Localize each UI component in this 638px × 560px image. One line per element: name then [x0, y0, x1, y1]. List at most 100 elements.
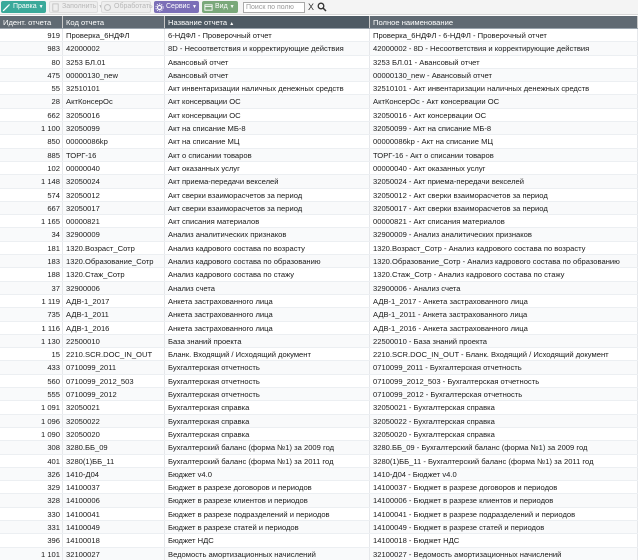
cell-full-name: 0710099_2012_503 - Бухгалтерская отчетно… — [370, 374, 638, 388]
cell-full-name: 1320.Образование_Сотр - Анализ кадрового… — [370, 255, 638, 268]
cell-full-name: 32100027 - Ведомость амортизационных нач… — [370, 547, 638, 560]
pravka-menu-button[interactable]: Правка ▼ — [1, 1, 46, 13]
cell-full-name: 14100006 - Бюджет в разрезе клиентов и п… — [370, 494, 638, 507]
table-row[interactable]: 662 32050016 Акт консервации ОС 32050016 - … — [0, 108, 638, 123]
table-row[interactable]: 328 14100006 Бюджет в разрезе клиентов и п… — [0, 494, 638, 508]
table-row[interactable]: 396 14100018 Бюджет НДС 14100018 - Бюджет Н… — [0, 534, 638, 548]
table-row[interactable]: 433 0710099_2011 Бухгалтерская отчетность 0… — [0, 361, 638, 375]
fill-menu-button[interactable]: Заполнить ▼ — [49, 1, 103, 13]
cell-report-name: Бухгалтерский баланс (форма №1) за 2011 … — [165, 454, 370, 467]
table-header: Идент. отчета Код отчета Название отчета… — [0, 16, 638, 29]
cell-report-name: Анкета застрахованного лица — [165, 294, 370, 308]
table-row[interactable]: 188 1320.Стаж_Сотр Анализ кадрового состав… — [0, 268, 638, 282]
cell-report-name: Бланк. Входящий / Исходящий документ — [165, 348, 370, 361]
chevron-down-icon: ▼ — [191, 4, 197, 10]
table-row[interactable]: 1 091 32050021 Бухгалтерская справка 320500… — [0, 401, 638, 415]
table-row[interactable]: 80 3253 БЛ.01 Авансовый отчет 3253 БЛ.01 - … — [0, 55, 638, 69]
cell-full-name: 2210.SCR.DOC_IN_OUT - Бланк. Входящий / … — [370, 348, 638, 361]
table-row[interactable]: 34 32900009 Анализ аналитических признаков… — [0, 228, 638, 242]
servis-menu-button[interactable]: Сервис ▼ — [154, 1, 199, 13]
search-input[interactable] — [243, 1, 305, 13]
table-row[interactable]: 885 ТОРГ-16 Акт о списании товаров ТОРГ-16 … — [0, 148, 638, 162]
table-row[interactable]: 330 14100041 Бюджет в разрезе подразделени… — [0, 507, 638, 521]
table-row[interactable]: 308 3280.ББ_09 Бухгалтерский баланс (форма… — [0, 441, 638, 455]
cell-report-id: 1 165 — [0, 215, 63, 228]
table-row[interactable]: 555 0710099_2012 Бухгалтерская отчетность 0… — [0, 388, 638, 402]
table-row[interactable]: 919 Проверка_6НДФЛ 6-НДФЛ - Проверочный от… — [0, 29, 638, 43]
cell-report-id: 1 100 — [0, 122, 63, 135]
process-menu-button[interactable]: Обработать ▼ — [101, 1, 160, 13]
cell-report-code: 00000130_new — [63, 68, 165, 82]
cell-report-name: Бухгалтерская справка — [165, 427, 370, 441]
cell-full-name: 00000040 - Акт оказанных услуг — [370, 161, 638, 175]
vid-menu-button[interactable]: Вид ▼ — [202, 1, 238, 13]
table-row[interactable]: 1 148 32050024 Акт приема-передачи векселе… — [0, 175, 638, 189]
table-row[interactable]: 1 119 АДВ-1_2017 Анкета застрахованного ли… — [0, 294, 638, 309]
cell-report-name: Бухгалтерская отчетность — [165, 388, 370, 401]
table-row[interactable]: 181 1320.Возраст_Сотр Анализ кадрового сос… — [0, 241, 638, 256]
cell-report-id: 37 — [0, 281, 63, 294]
column-header-name[interactable]: Название отчета ▲ — [165, 16, 370, 28]
table-row[interactable]: 983 42000002 8D - Несоответствия и коррект… — [0, 42, 638, 56]
cell-full-name: 14100018 - Бюджет НДС — [370, 534, 638, 547]
table-row[interactable]: 329 14100037 Бюджет в разрезе договоров и … — [0, 481, 638, 495]
column-header-code[interactable]: Код отчета — [63, 16, 165, 28]
table-row[interactable]: 574 32050012 Акт сверки взаиморасчетов за … — [0, 188, 638, 202]
table-row[interactable]: 475 00000130_new Авансовый отчет 00000130_n… — [0, 68, 638, 83]
cell-report-name: Анализ аналитических признаков — [165, 228, 370, 241]
table-row[interactable]: 1 090 32050020 Бухгалтерская справка 320500… — [0, 427, 638, 442]
pravka-label: Правка — [13, 3, 37, 10]
table-row[interactable]: 183 1320.Образование_Сотр Анализ кадрового… — [0, 255, 638, 269]
cell-report-id: 555 — [0, 388, 63, 401]
cell-report-code: 3253 БЛ.01 — [63, 55, 165, 68]
column-header-full-name[interactable]: Полное наименование — [370, 16, 638, 28]
table-row[interactable]: 1 130 22500010 База знаний проекта 22500010… — [0, 334, 638, 349]
cell-report-code: 32050020 — [63, 427, 165, 441]
cell-report-name: Бухгалтерская справка — [165, 414, 370, 427]
cell-report-code: АДВ-1_2011 — [63, 308, 165, 321]
table-row[interactable]: 102 00000040 Акт оказанных услуг 00000040 -… — [0, 161, 638, 176]
search-icon[interactable] — [317, 2, 327, 12]
cell-report-id: 667 — [0, 201, 63, 215]
table-row[interactable]: 1 165 00000821 Акт списания материалов 0000… — [0, 215, 638, 229]
cell-report-code: ТОРГ-16 — [63, 148, 165, 161]
table-row[interactable]: 28 АктКонсерОс Акт консервации ОС АктКонсер… — [0, 95, 638, 109]
table-row[interactable]: 735 АДВ-1_2011 Анкета застрахованного лица… — [0, 308, 638, 322]
table-row[interactable]: 667 32050017 Акт сверки взаиморасчетов за … — [0, 201, 638, 216]
cell-report-id: 735 — [0, 308, 63, 321]
table-row[interactable]: 326 1410-Д04 Бюджет v4.0 1410-Д04 - Бюджет … — [0, 467, 638, 482]
cell-full-name: 00000821 - Акт списания материалов — [370, 215, 638, 228]
cell-report-id: 55 — [0, 82, 63, 95]
cell-report-id: 1 119 — [0, 294, 63, 308]
table-row[interactable]: 37 32900006 Анализ счета 32900006 - Анализ … — [0, 281, 638, 295]
cell-report-name: Бюджет в разрезе статей и периодов — [165, 520, 370, 534]
cell-report-code: 32900006 — [63, 281, 165, 294]
cell-report-code: 0710099_2011 — [63, 361, 165, 374]
cell-full-name: 14100041 - Бюджет в разрезе подразделени… — [370, 507, 638, 520]
cell-full-name: 00000130_new - Авансовый отчет — [370, 68, 638, 82]
table-row[interactable]: 1 096 32050022 Бухгалтерская справка 320500… — [0, 414, 638, 428]
table-row[interactable]: 1 116 АДВ-1_2016 Анкета застрахованного ли… — [0, 321, 638, 335]
cell-report-name: Бюджет v4.0 — [165, 467, 370, 481]
cell-report-code: 1320.Образование_Сотр — [63, 255, 165, 268]
cell-report-name: Анализ счета — [165, 281, 370, 294]
toolbar: Правка ▼ Заполнить ▼ Обработать ▼ Сервис… — [0, 0, 638, 15]
table-row[interactable]: 1 101 32100027 Ведомость амортизационных н… — [0, 547, 638, 560]
table-row[interactable]: 1 100 32050099 Акт на списание МБ-8 3205009… — [0, 122, 638, 136]
gear-icon — [155, 2, 164, 12]
cell-report-name: Бюджет в разрезе договоров и периодов — [165, 481, 370, 494]
table-row[interactable]: 55 32510101 Акт инвентаризации наличных де… — [0, 82, 638, 96]
cell-full-name: 32050016 - Акт консервации ОС — [370, 108, 638, 122]
column-header-id[interactable]: Идент. отчета — [0, 16, 63, 28]
table-row[interactable]: 560 0710099_2012_503 Бухгалтерская отчетно… — [0, 374, 638, 389]
table-row[interactable]: 401 3280(1)ББ_11 Бухгалтерский баланс (фор… — [0, 454, 638, 468]
table-row[interactable]: 331 14100049 Бюджет в разрезе статей и пер… — [0, 520, 638, 535]
cell-report-id: 662 — [0, 108, 63, 122]
clear-search-button[interactable]: X — [308, 1, 314, 13]
cell-report-code: 14100049 — [63, 520, 165, 534]
cell-full-name: 0710099_2011 - Бухгалтерская отчетность — [370, 361, 638, 374]
cell-report-code: 32050021 — [63, 401, 165, 414]
table-row[interactable]: 850 00000086kp Акт на списание МЦ 00000086k… — [0, 135, 638, 149]
table-row[interactable]: 15 2210.SCR.DOC_IN_OUT Бланк. Входящий / И… — [0, 348, 638, 362]
cell-full-name: 3280.ББ_09 - Бухгалтерский баланс (форма… — [370, 441, 638, 454]
